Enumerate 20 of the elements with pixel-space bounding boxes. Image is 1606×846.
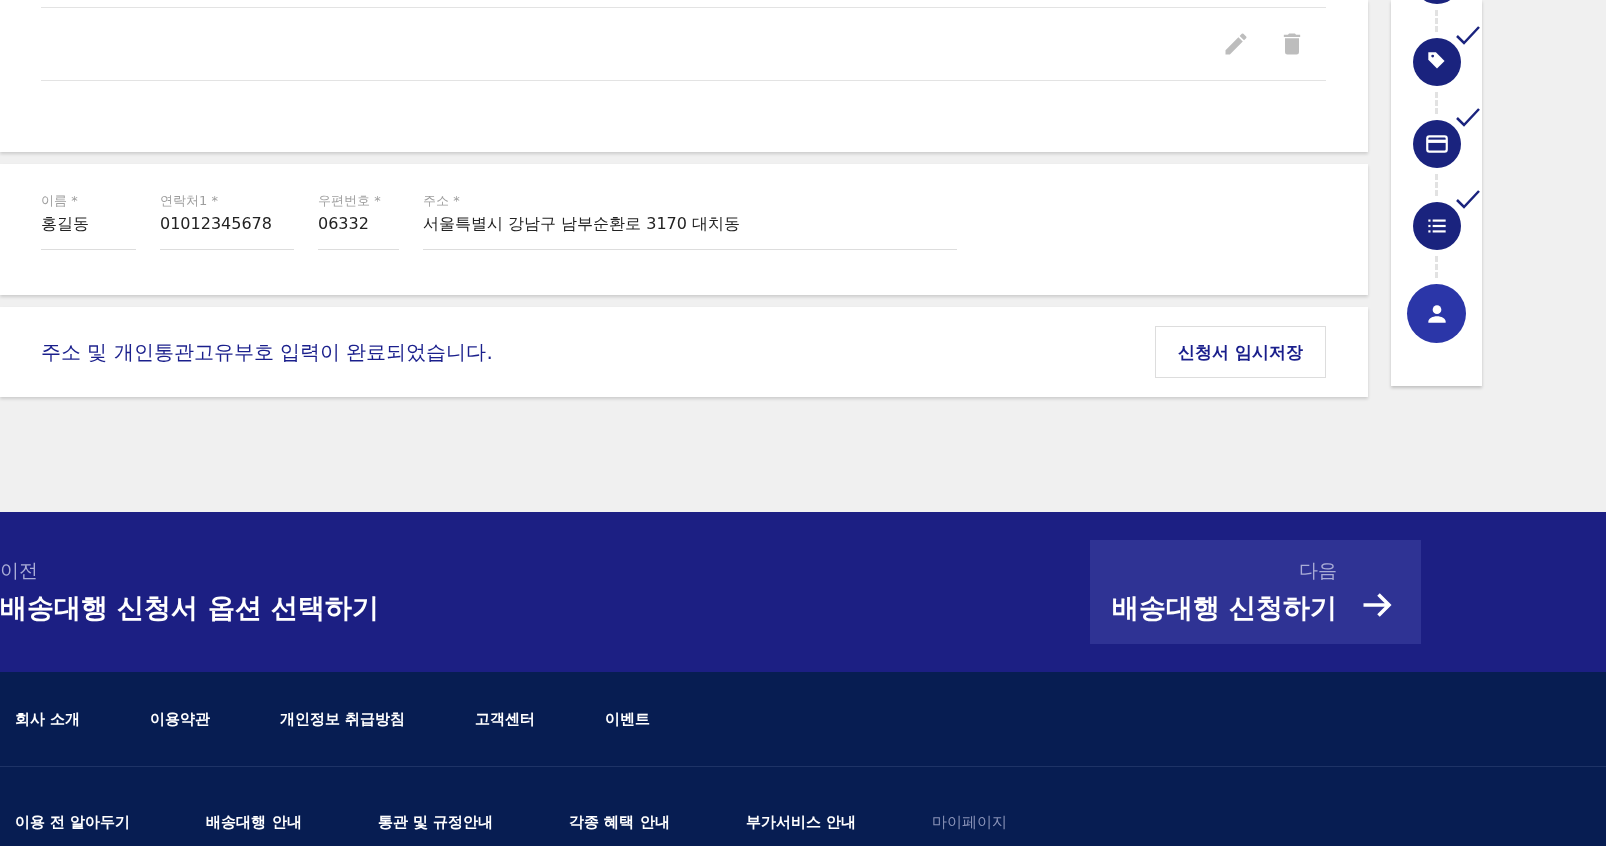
prev-step-link[interactable]: 배송대행 신청서 옵션 선택하기	[0, 590, 380, 626]
input-field[interactable]: 주소 * 서울특별시 강남구 남부순환로 3170 대치동	[423, 192, 957, 250]
footer-link[interactable]: 부가서비스 안내	[745, 812, 856, 832]
input-field[interactable]: 연락처1 * 01012345678	[160, 192, 294, 250]
footer-link[interactable]: 통관 및 규정안내	[377, 812, 494, 832]
footer-link[interactable]: 마이페이지	[931, 812, 1007, 832]
next-step-button[interactable]: 다음 배송대행 신청하기	[1089, 540, 1421, 644]
footer-link[interactable]: 고객센터	[475, 709, 536, 729]
input-field[interactable]: 우편번호 * 06332	[318, 192, 399, 250]
prev-caption: 이전	[0, 558, 39, 583]
footer-link[interactable]: 배송대행 안내	[206, 812, 302, 832]
save-draft-button[interactable]: 신청서 임시저장	[1155, 326, 1326, 378]
footer-link[interactable]: 회사 소개	[15, 709, 81, 729]
footer-link[interactable]: 이벤트	[605, 709, 651, 729]
footer-link[interactable]: 이용약관	[150, 709, 211, 729]
footer-link[interactable]: 각종 혜택 안내	[569, 812, 670, 832]
footer-link[interactable]: 개인정보 취급방침	[280, 709, 406, 729]
input-field[interactable]: 이름 * 홍길동	[41, 192, 136, 250]
completion-message: 주소 및 개인통관고유부호 입력이 완료되었습니다.	[41, 338, 493, 366]
footer-link[interactable]: 이용 전 알아두기	[15, 812, 131, 832]
